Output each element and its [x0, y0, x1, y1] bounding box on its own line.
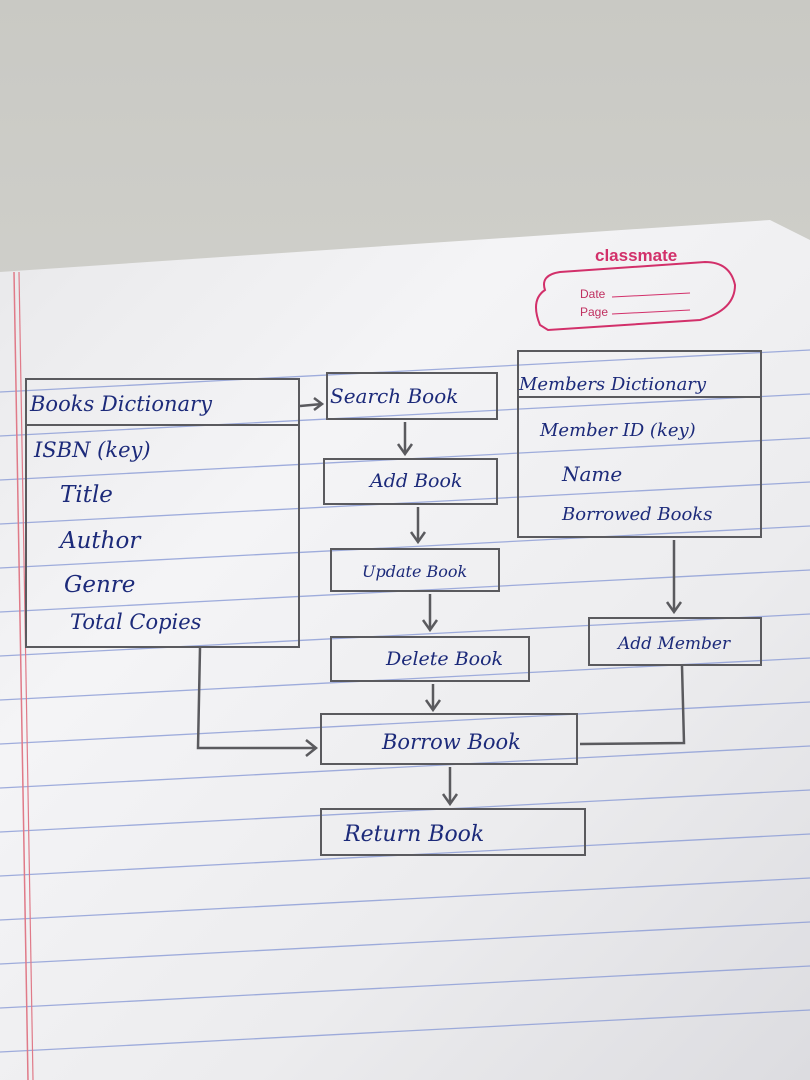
books-dictionary-title: Books Dictionary [30, 392, 212, 416]
books-field: Genre [64, 572, 136, 598]
books-field: Title [60, 482, 113, 508]
add-book-label: Add Book [370, 470, 463, 492]
members-dictionary-title: Members Dictionary [519, 374, 707, 395]
return-book-label: Return Book [344, 822, 485, 847]
books-field: ISBN (key) [34, 438, 151, 462]
books-field: Total Copies [70, 610, 202, 634]
brand-logo: classmate [595, 246, 678, 265]
borrow-book-label: Borrow Book [382, 730, 521, 754]
search-book-label: Search Book [330, 384, 459, 408]
date-label: Date [580, 287, 606, 301]
members-field: Member ID (key) [540, 420, 696, 441]
books-field: Author [60, 528, 141, 554]
members-field: Borrowed Books [562, 504, 713, 525]
delete-book-label: Delete Book [386, 648, 504, 670]
add-member-label: Add Member [618, 634, 731, 654]
page-label: Page [580, 305, 609, 319]
update-book-label: Update Book [362, 562, 468, 581]
members-field: Name [562, 462, 623, 486]
